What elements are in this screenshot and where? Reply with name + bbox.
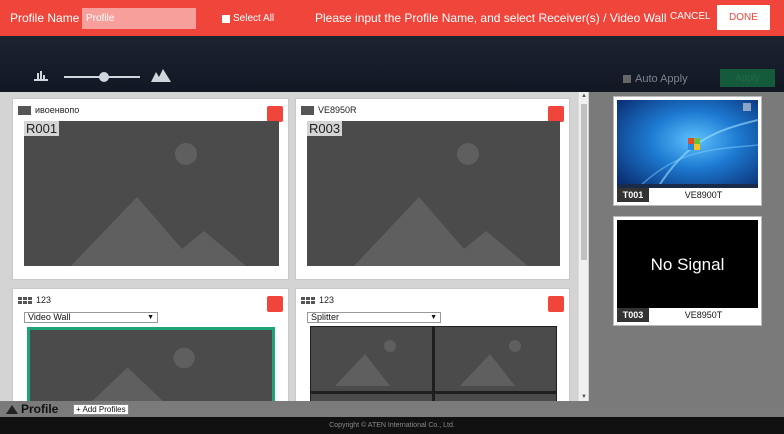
remove-button[interactable]	[548, 296, 564, 312]
toolbar: Auto Apply Apply	[0, 36, 784, 92]
card-header: 123	[18, 295, 51, 305]
card-header: 123	[301, 295, 334, 305]
scroll-down-icon[interactable]: ▼	[581, 394, 587, 400]
add-profiles-button[interactable]: + Add Profiles	[73, 404, 129, 415]
auto-apply-checkbox[interactable]: Auto Apply	[623, 73, 688, 85]
monitor-icon	[18, 105, 31, 115]
image-placeholder-icon	[354, 143, 528, 266]
transmitter-preview: No Signal	[617, 220, 758, 309]
copyright-text: Copyright © ATEN International Co., Ltd.	[329, 422, 455, 429]
receiver-screen[interactable]: R001	[24, 121, 279, 266]
receiver-screen[interactable]: R003	[307, 121, 560, 266]
transmitter-preview	[617, 100, 758, 189]
zoom-in-icon[interactable]	[151, 69, 171, 82]
checkbox-box[interactable]	[623, 75, 631, 83]
profile-label: Profile	[21, 402, 59, 416]
profile-bar: Profile + Add Profiles	[0, 401, 784, 417]
receiver-card[interactable]: VE8950R R003	[295, 98, 570, 280]
auto-apply-label: Auto Apply	[635, 73, 688, 85]
video-wall-screen[interactable]	[27, 327, 275, 401]
monitor-icon	[301, 105, 314, 115]
transmitter-card[interactable]: No Signal T003 VE8950T	[613, 216, 762, 326]
expand-triangle-icon[interactable]	[6, 405, 18, 414]
mode-select[interactable]: Video Wall ▼	[24, 312, 158, 323]
receiver-label: R003	[307, 121, 343, 136]
transmitter-footer: T001 VE8900T	[617, 188, 758, 202]
mode-select-value: Video Wall	[28, 312, 71, 322]
select-all-label: Select All	[233, 13, 275, 24]
image-placeholder-icon	[92, 347, 195, 401]
transmitter-id: T001	[617, 188, 649, 202]
apply-button[interactable]: Apply	[720, 69, 775, 87]
splitter-tiles	[311, 327, 556, 401]
mode-select-value: Splitter	[311, 312, 340, 322]
receiver-grid: ивоенвопо R001 VE8950R R003 123 Video Wa…	[0, 92, 577, 401]
no-signal-text: No Signal	[650, 254, 725, 274]
transmitter-panel: T001 VE8900T No Signal T003 VE8950T	[589, 92, 784, 401]
transmitter-footer: T003 VE8950T	[617, 308, 758, 322]
remove-button[interactable]	[548, 106, 564, 122]
desktop-preview-image	[617, 100, 758, 189]
scrollbar-thumb[interactable]	[581, 104, 587, 260]
mode-select[interactable]: Splitter ▼	[307, 312, 441, 323]
checkbox-box[interactable]	[222, 14, 230, 23]
dropdown-arrow-icon: ▼	[147, 314, 154, 321]
splitter-card[interactable]: 123 Splitter ▼	[295, 288, 570, 401]
video-wall-icon	[18, 296, 32, 304]
profile-name-label: Profile Name	[10, 11, 80, 25]
zoom-slider-handle[interactable]	[99, 72, 109, 82]
transmitter-id: T003	[617, 308, 649, 322]
instruction-message: Please input the Profile Name, and selec…	[315, 11, 667, 25]
transmitter-name: VE8900T	[649, 188, 758, 202]
receiver-name: 123	[36, 295, 52, 305]
profile-name-input[interactable]	[82, 8, 196, 29]
video-wall-card[interactable]: 123 Video Wall ▼	[12, 288, 289, 401]
remove-button[interactable]	[267, 296, 283, 312]
scroll-up-icon[interactable]: ▲	[581, 93, 587, 99]
cancel-button[interactable]: CANCEL	[670, 11, 711, 22]
done-button[interactable]: DONE	[717, 5, 770, 30]
image-placeholder-icon	[71, 143, 246, 266]
receiver-name: 123	[319, 295, 335, 305]
splitter-screen[interactable]	[310, 326, 557, 401]
remove-button[interactable]	[267, 106, 283, 122]
dropdown-arrow-icon: ▼	[430, 314, 437, 321]
receiver-label: R001	[24, 121, 60, 136]
select-all-checkbox[interactable]: Select All	[222, 13, 274, 24]
footer: Copyright © ATEN International Co., Ltd.	[0, 417, 784, 434]
vertical-scrollbar[interactable]: ▲ ▼	[578, 92, 588, 401]
receiver-card[interactable]: ивоенвопо R001	[12, 98, 289, 280]
card-header: ивоенвопо	[18, 105, 79, 115]
receiver-name: VE8950R	[318, 105, 357, 115]
receiver-name: ивоенвопо	[35, 105, 80, 115]
video-wall-icon	[301, 296, 315, 304]
zoom-out-icon[interactable]	[34, 71, 48, 81]
top-bar: Profile Name Select All Please input the…	[0, 0, 784, 36]
transmitter-card[interactable]: T001 VE8900T	[613, 96, 762, 206]
main-area: ивоенвопо R001 VE8950R R003 123 Video Wa…	[0, 92, 784, 401]
transmitter-name: VE8950T	[649, 308, 758, 322]
card-header: VE8950R	[301, 105, 357, 115]
